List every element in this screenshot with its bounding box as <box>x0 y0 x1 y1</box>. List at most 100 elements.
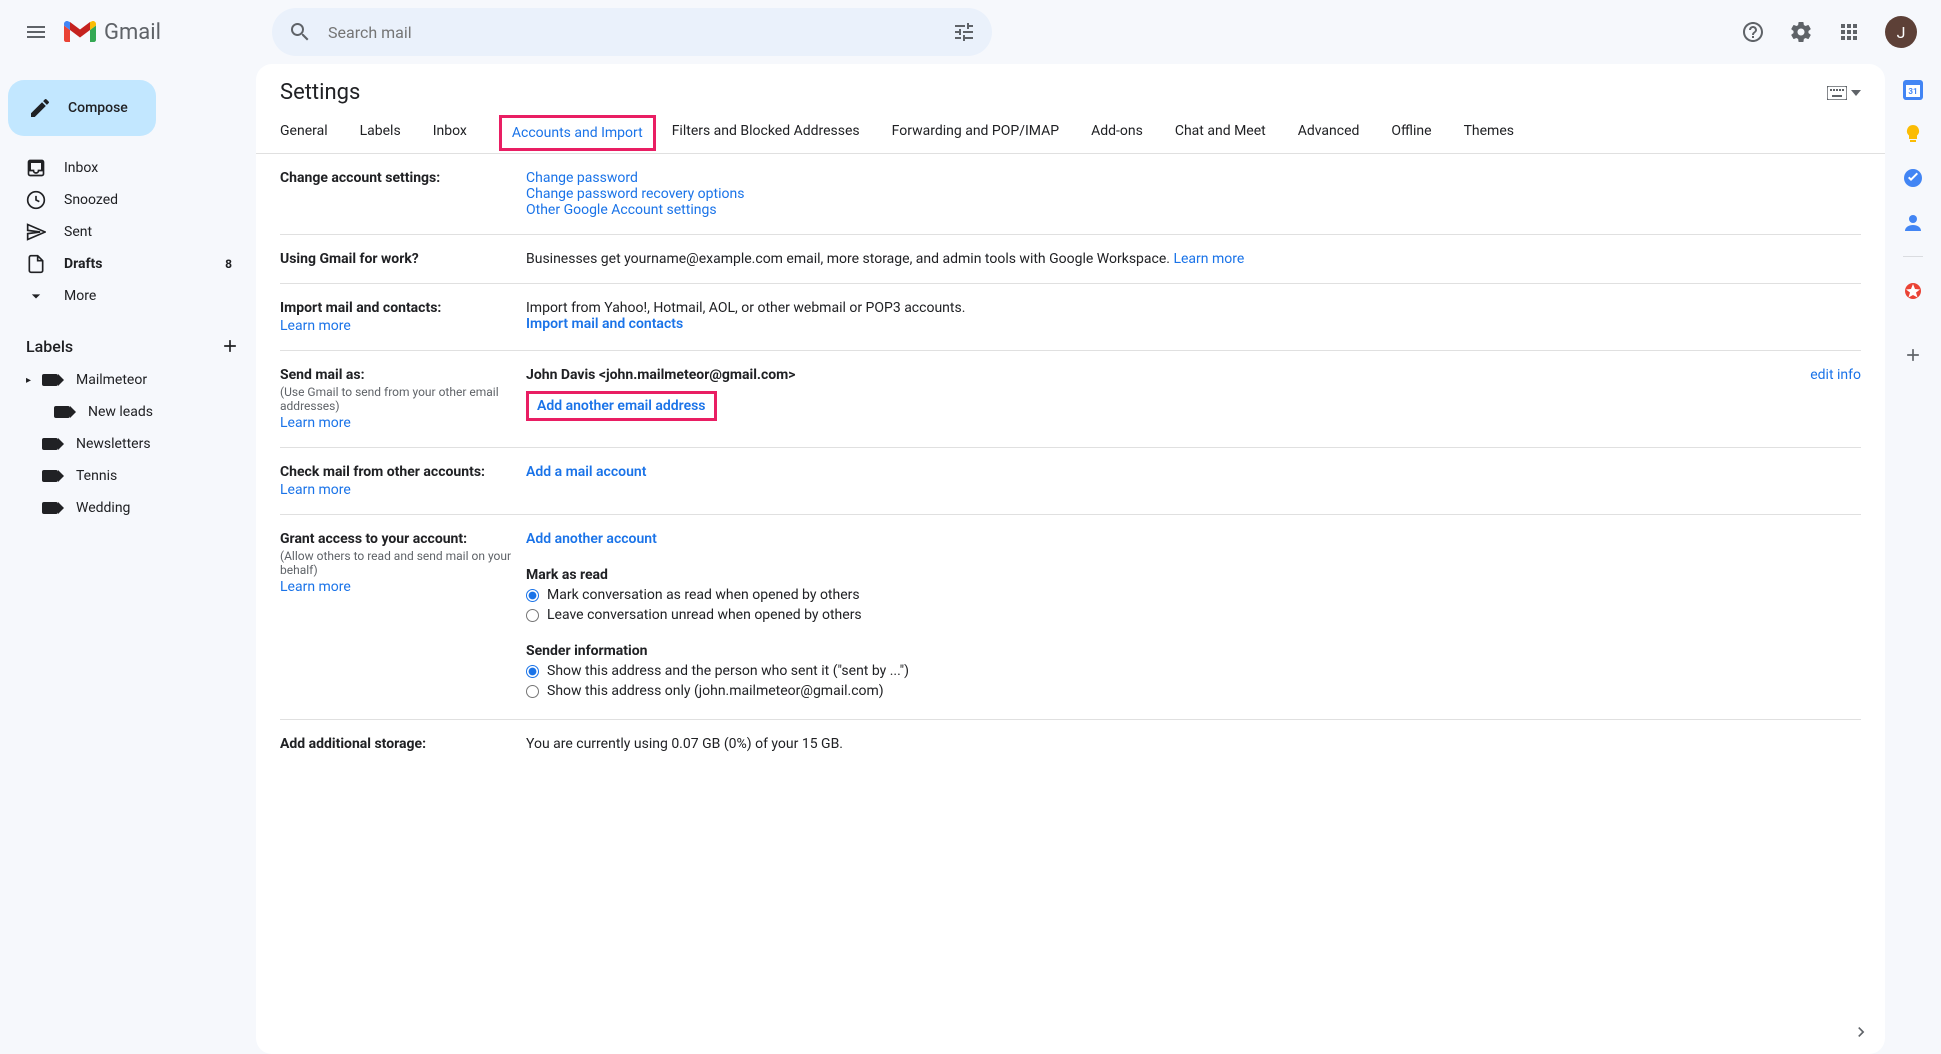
support-button[interactable] <box>1733 12 1773 52</box>
search-input[interactable] <box>320 23 944 42</box>
gmail-logo-text: Gmail <box>104 20 161 45</box>
draft-icon <box>26 254 46 274</box>
account-avatar[interactable]: J <box>1885 16 1917 48</box>
header-sender-info: Sender information <box>526 643 1861 659</box>
expand-icon[interactable]: ▸ <box>26 375 38 386</box>
tab-filters[interactable]: Filters and Blocked Addresses <box>672 113 876 153</box>
apps-button[interactable] <box>1829 12 1869 52</box>
plus-icon <box>1903 345 1923 365</box>
link-grant-learn-more[interactable]: Learn more <box>280 579 526 595</box>
link-other-settings[interactable]: Other Google Account settings <box>526 202 717 218</box>
keyboard-icon <box>1827 86 1847 100</box>
side-panel: 31 <box>1885 64 1941 1054</box>
label-mailmeteor[interactable]: ▸ Mailmeteor <box>0 364 256 396</box>
radio-leave-unread[interactable] <box>526 609 539 622</box>
side-app-add[interactable] <box>1903 345 1923 365</box>
nav-snoozed[interactable]: Snoozed <box>0 184 244 216</box>
nav-more[interactable]: More <box>0 280 244 312</box>
compose-button[interactable]: Compose <box>8 80 156 136</box>
logo-area[interactable]: Gmail <box>64 20 264 45</box>
settings-title: Settings <box>280 80 360 105</box>
settings-button[interactable] <box>1781 12 1821 52</box>
link-import-contacts[interactable]: Import mail and contacts <box>526 316 683 332</box>
link-check-mail-learn-more[interactable]: Learn more <box>280 482 526 498</box>
link-add-email-address[interactable]: Add another email address <box>537 398 706 414</box>
tab-addons[interactable]: Add-ons <box>1091 113 1159 153</box>
search-icon <box>288 20 312 44</box>
tab-inbox[interactable]: Inbox <box>433 113 483 153</box>
send-as-identity: John Davis <john.mailmeteor@gmail.com> <box>526 367 1701 383</box>
text-work: Businesses get yourname@example.com emai… <box>526 251 1173 267</box>
side-app-tasks[interactable] <box>1903 168 1923 188</box>
row-grant-access: Grant access to your account: (Allow oth… <box>280 515 1861 720</box>
tab-advanced[interactable]: Advanced <box>1298 113 1376 153</box>
label-newsletters[interactable]: Newsletters <box>0 428 256 460</box>
nav-drafts[interactable]: Drafts 8 <box>0 248 244 280</box>
row-change-account: Change account settings: Change password… <box>280 154 1861 235</box>
search-bar <box>272 8 992 56</box>
text-storage: You are currently using 0.07 GB (0%) of … <box>526 736 1861 752</box>
input-language-select[interactable] <box>1827 86 1861 100</box>
tab-chat-meet[interactable]: Chat and Meet <box>1175 113 1282 153</box>
radio-mark-read[interactable] <box>526 589 539 602</box>
tab-accounts-import[interactable]: Accounts and Import <box>499 115 656 151</box>
label-storage: Add additional storage: <box>280 736 526 752</box>
label-grant-access: Grant access to your account: <box>280 531 467 547</box>
labels-header: Labels <box>0 328 256 364</box>
label-icon <box>54 406 70 418</box>
side-app-keep[interactable] <box>1903 124 1923 144</box>
tab-general[interactable]: General <box>280 113 344 153</box>
tab-labels[interactable]: Labels <box>360 113 417 153</box>
nav-inbox[interactable]: Inbox <box>0 152 244 184</box>
label-icon <box>42 374 58 386</box>
tab-offline[interactable]: Offline <box>1391 113 1447 153</box>
add-label-button[interactable] <box>220 336 240 356</box>
link-send-as-learn-more[interactable]: Learn more <box>280 415 526 431</box>
label-icon <box>42 438 58 450</box>
radio-show-both[interactable] <box>526 665 539 678</box>
link-import-learn-more[interactable]: Learn more <box>280 318 526 334</box>
apps-icon <box>1837 20 1861 44</box>
pencil-icon <box>28 96 52 120</box>
keep-icon <box>1903 124 1923 144</box>
label-icon <box>42 470 58 482</box>
label-wedding[interactable]: Wedding <box>0 492 256 524</box>
label-import: Import mail and contacts: <box>280 300 441 316</box>
side-app-calendar[interactable]: 31 <box>1903 80 1923 100</box>
link-add-mail-account[interactable]: Add a mail account <box>526 464 646 480</box>
label-change-account: Change account settings: <box>280 170 526 218</box>
help-icon <box>1741 20 1765 44</box>
radio-show-address-only[interactable] <box>526 685 539 698</box>
dropdown-icon <box>1851 90 1861 96</box>
text-import: Import from Yahoo!, Hotmail, AOL, or oth… <box>526 300 1861 316</box>
label-send-as: Send mail as: <box>280 367 365 383</box>
search-options-button[interactable] <box>944 12 984 52</box>
link-edit-info[interactable]: edit info <box>1810 367 1861 383</box>
side-app-contacts[interactable] <box>1903 212 1923 232</box>
tab-themes[interactable]: Themes <box>1464 113 1530 153</box>
search-button[interactable] <box>280 12 320 52</box>
label-work: Using Gmail for work? <box>280 251 526 267</box>
svg-text:31: 31 <box>1908 87 1917 96</box>
side-app-addon[interactable] <box>1903 281 1923 301</box>
header: Gmail J <box>0 0 1941 64</box>
label-icon <box>42 502 58 514</box>
label-new-leads[interactable]: New leads <box>0 396 256 428</box>
link-work-learn-more[interactable]: Learn more <box>1173 251 1244 267</box>
side-panel-collapse[interactable] <box>1851 1022 1871 1042</box>
label-tennis[interactable]: Tennis <box>0 460 256 492</box>
settings-panel: Settings General Labels Inbox Accounts a… <box>256 64 1885 1054</box>
menu-icon <box>24 20 48 44</box>
clock-icon <box>26 190 46 210</box>
nav-sent[interactable]: Sent <box>0 216 244 248</box>
link-change-password[interactable]: Change password <box>526 170 638 186</box>
send-icon <box>26 222 46 242</box>
tab-forwarding[interactable]: Forwarding and POP/IMAP <box>892 113 1075 153</box>
settings-tabs: General Labels Inbox Accounts and Import… <box>256 113 1885 154</box>
link-change-recovery[interactable]: Change password recovery options <box>526 186 744 202</box>
subtext-grant-access: (Allow others to read and send mail on y… <box>280 549 526 577</box>
link-add-another-account[interactable]: Add another account <box>526 531 657 547</box>
chevron-right-icon <box>1851 1022 1871 1042</box>
main-menu-button[interactable] <box>12 8 60 56</box>
tune-icon <box>952 20 976 44</box>
